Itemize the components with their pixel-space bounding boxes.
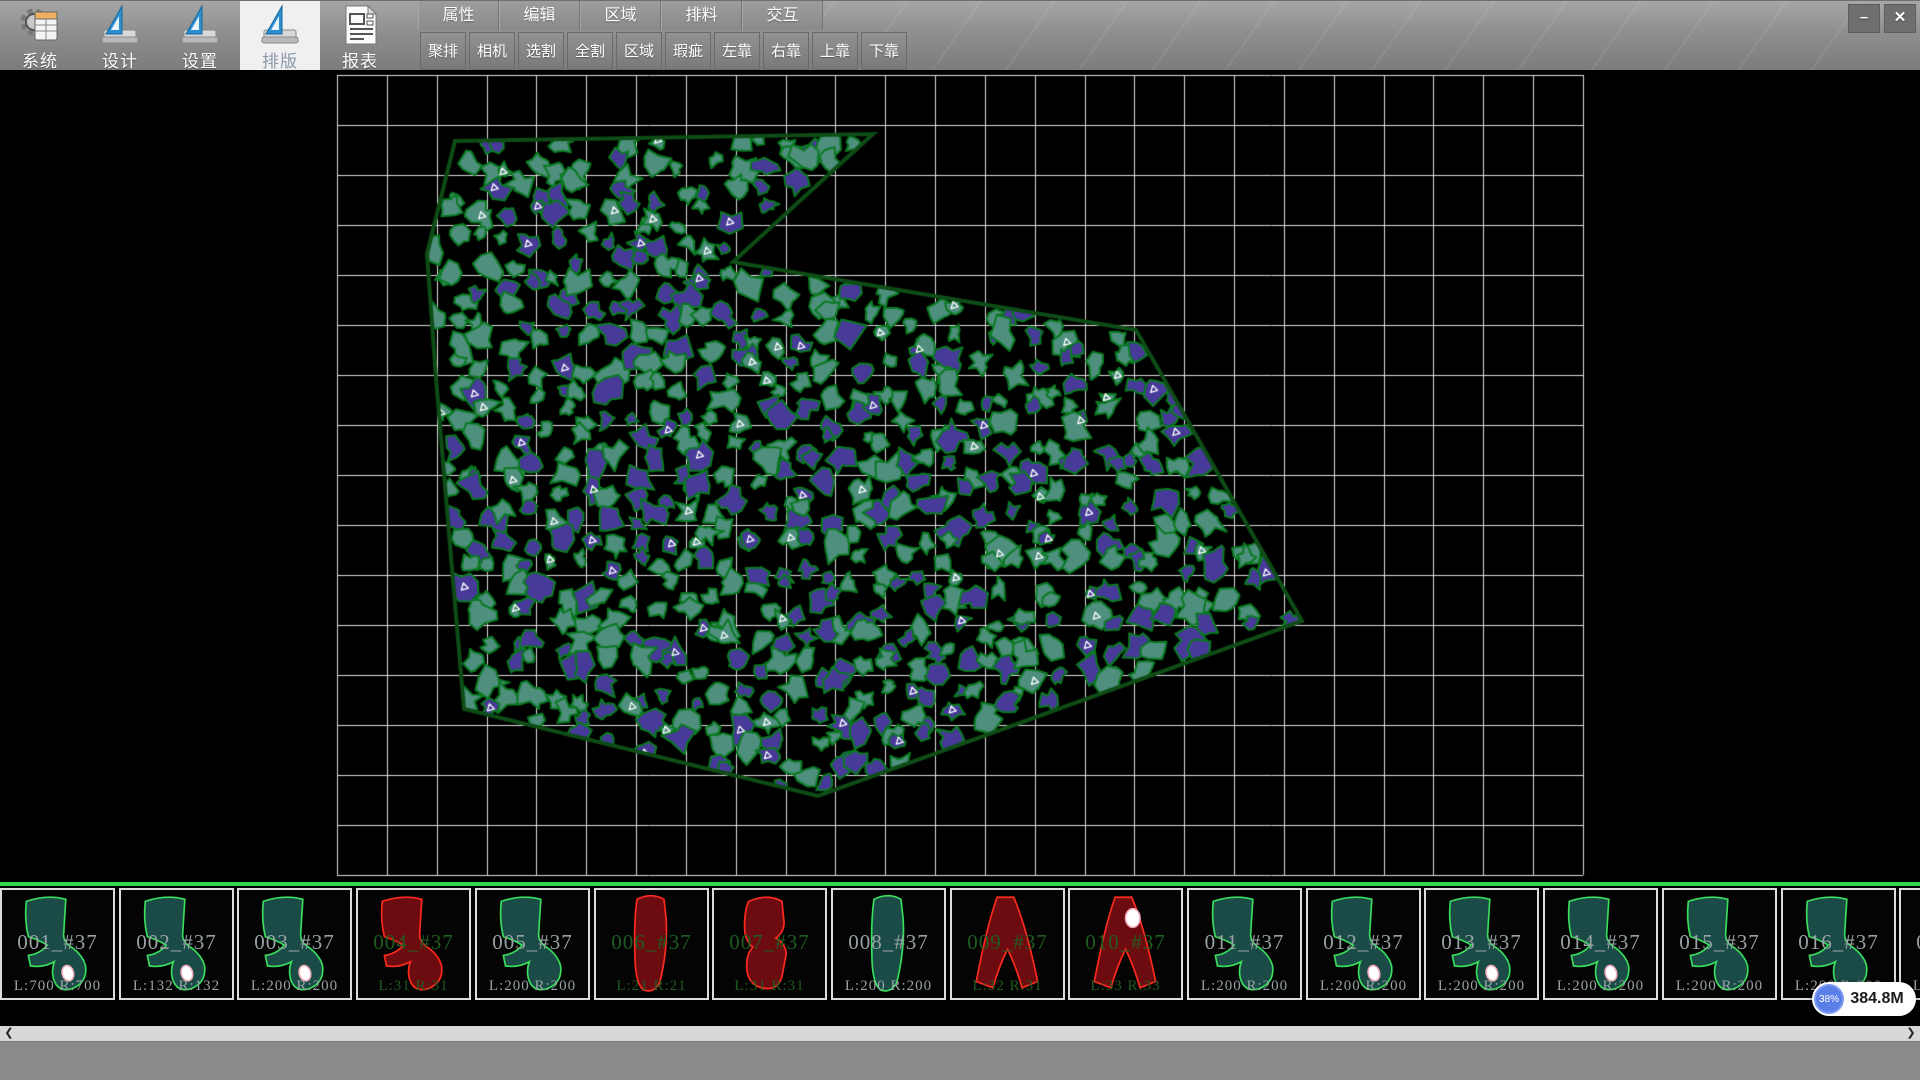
piece-lr-count: L:200 R:200: [1426, 978, 1537, 995]
menu-edit[interactable]: 编辑: [499, 1, 580, 30]
menu-interact[interactable]: 交互: [742, 1, 823, 30]
action-bar: 聚排相机选割全割区域瑕疵左靠右靠上靠下靠: [420, 32, 907, 70]
window-controls: – ✕: [1848, 4, 1916, 33]
minimize-button[interactable]: –: [1848, 4, 1880, 33]
setsquare-icon: [98, 4, 142, 46]
action-cut-all[interactable]: 全割: [567, 32, 613, 70]
thumbnail-014_#37[interactable]: 014_#37 L:200 R:200: [1543, 888, 1658, 1000]
gear-icon: [18, 4, 62, 46]
setsquare-icon: [178, 4, 222, 46]
memory-usage-badge[interactable]: 38% 384.8M: [1812, 982, 1916, 1016]
action-cluster-nest[interactable]: 聚排: [420, 32, 466, 70]
thumbnail-010_#37[interactable]: 010_#37 L:33 R:33: [1068, 888, 1183, 1000]
thumbnail-013_#37[interactable]: 013_#37 L:200 R:200: [1424, 888, 1539, 1000]
thumbnail-008_#37[interactable]: 008_#37 L:200 R:200: [831, 888, 946, 1000]
application-window: 系统 设计 设置 排版 报表 属性编辑区域排料交互 聚排相机选割全割区域瑕疵左靠…: [0, 0, 1920, 1080]
piece-id: 017_#37: [1901, 930, 1920, 955]
memory-percent: 38%: [1819, 994, 1839, 1005]
piece-lr-count: L:200 R:200: [1189, 978, 1300, 995]
main-button-label: 设置: [160, 47, 240, 72]
piece-lr-count: L:200 R:200: [1308, 978, 1419, 995]
piece-id: 013_#37: [1426, 930, 1537, 955]
piece-id: 004_#37: [358, 930, 469, 955]
scroll-right-icon[interactable]: ❯: [1902, 1026, 1920, 1041]
piece-lr-count: L:700 R:700: [2, 978, 113, 995]
piece-lr-count: L:132 R:132: [121, 978, 232, 995]
piece-id: 001_#37: [2, 930, 113, 955]
status-footer: [0, 1041, 1920, 1080]
action-zone[interactable]: 区域: [616, 32, 662, 70]
main-button-report[interactable]: 报表: [320, 1, 400, 71]
nesting-canvas-area[interactable]: [0, 70, 1920, 882]
main-button-label: 设计: [80, 47, 160, 72]
close-button[interactable]: ✕: [1884, 4, 1916, 33]
main-button-label: 排版: [240, 47, 320, 72]
main-button-label: 报表: [320, 47, 400, 72]
menu-nest[interactable]: 排料: [661, 1, 742, 30]
action-select-cut[interactable]: 选割: [518, 32, 564, 70]
report-icon: [338, 4, 382, 46]
scroll-left-icon[interactable]: ❮: [0, 1026, 18, 1041]
action-snap-bottom[interactable]: 下靠: [861, 32, 907, 70]
piece-lr-count: L:21 R:21: [596, 978, 707, 995]
main-button-design[interactable]: 设计: [80, 1, 160, 71]
piece-id: 011_#37: [1189, 930, 1300, 955]
main-button-system[interactable]: 系统: [0, 1, 80, 71]
thumbnail-012_#37[interactable]: 012_#37 L:200 R:200: [1306, 888, 1421, 1000]
horizontal-scrollbar[interactable]: ❮ ❯: [0, 1026, 1920, 1041]
piece-id: 002_#37: [121, 930, 232, 955]
piece-lr-count: L:33 R:33: [1070, 978, 1181, 995]
piece-id: 005_#37: [477, 930, 588, 955]
menu-properties[interactable]: 属性: [418, 1, 499, 30]
toolbar: 系统 设计 设置 排版 报表 属性编辑区域排料交互 聚排相机选割全割区域瑕疵左靠…: [0, 0, 1920, 70]
thumbnail-003_#37[interactable]: 003_#37 L:200 R:200: [237, 888, 352, 1000]
piece-lr-count: L:32 R:31: [952, 978, 1063, 995]
action-defect[interactable]: 瑕疵: [665, 32, 711, 70]
action-snap-right[interactable]: 右靠: [763, 32, 809, 70]
thumbnail-004_#37[interactable]: 004_#37 L:31 R:31: [356, 888, 471, 1000]
thumbnail-005_#37[interactable]: 005_#37 L:200 R:200: [475, 888, 590, 1000]
strip-highlight-line: [0, 882, 1920, 886]
thumbnail-011_#37[interactable]: 011_#37 L:200 R:200: [1187, 888, 1302, 1000]
memory-value: 384.8M: [1844, 990, 1916, 1008]
piece-id: 009_#37: [952, 930, 1063, 955]
piece-id: 003_#37: [239, 930, 350, 955]
piece-id: 010_#37: [1070, 930, 1181, 955]
piece-lr-count: L:200 R:200: [1664, 978, 1775, 995]
main-button-label: 系统: [0, 47, 80, 72]
toolbar-hatch-texture: [760, 1, 1860, 71]
menu-bar: 属性编辑区域排料交互: [418, 1, 823, 30]
memory-percent-circle: 38%: [1814, 984, 1844, 1014]
piece-id: 016_#37: [1783, 930, 1894, 955]
nesting-canvas[interactable]: [0, 70, 1920, 882]
action-camera[interactable]: 相机: [469, 32, 515, 70]
piece-lr-count: L:200 R:200: [833, 978, 944, 995]
piece-id: 012_#37: [1308, 930, 1419, 955]
thumbnail-001_#37[interactable]: 001_#37 L:700 R:700: [0, 888, 115, 1000]
thumbnail-006_#37[interactable]: 006_#37 L:21 R:21: [594, 888, 709, 1000]
piece-lr-count: L:31 R:31: [714, 978, 825, 995]
thumbnail-007_#37[interactable]: 007_#37 L:31 R:31: [712, 888, 827, 1000]
piece-lr-count: L:31 R:31: [358, 978, 469, 995]
piece-lr-count: L:200 R:200: [1545, 978, 1656, 995]
piece-thumbnail-strip: 001_#37 L:700 R:700 002_#37 L:132 R:132 …: [0, 882, 1920, 1026]
thumbnail-002_#37[interactable]: 002_#37 L:132 R:132: [119, 888, 234, 1000]
piece-lr-count: L:200 R:200: [239, 978, 350, 995]
main-button-nesting[interactable]: 排版: [240, 1, 320, 71]
menu-region[interactable]: 区域: [580, 1, 661, 30]
thumbnail-015_#37[interactable]: 015_#37 L:200 R:200: [1662, 888, 1777, 1000]
piece-id: 006_#37: [596, 930, 707, 955]
piece-lr-count: L:200 R:200: [477, 978, 588, 995]
piece-id: 014_#37: [1545, 930, 1656, 955]
setsquare-icon: [258, 4, 302, 46]
piece-id: 007_#37: [714, 930, 825, 955]
piece-id: 008_#37: [833, 930, 944, 955]
action-snap-left[interactable]: 左靠: [714, 32, 760, 70]
action-snap-top[interactable]: 上靠: [812, 32, 858, 70]
thumbnail-009_#37[interactable]: 009_#37 L:32 R:31: [950, 888, 1065, 1000]
piece-id: 015_#37: [1664, 930, 1775, 955]
main-button-setup[interactable]: 设置: [160, 1, 240, 71]
